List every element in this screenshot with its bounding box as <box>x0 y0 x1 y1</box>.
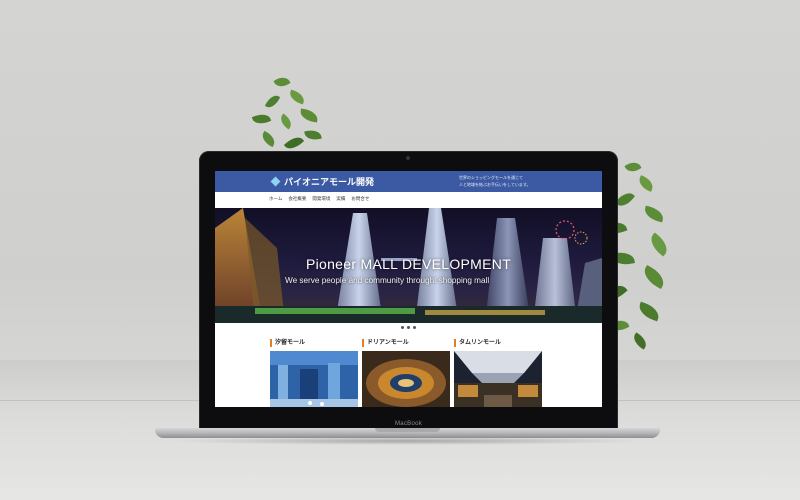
mall-card-title: タムリンモール <box>454 339 542 347</box>
nav-item-company[interactable]: 会社概要 <box>288 196 306 202</box>
mall-cards: 汐留モール ドリアンモール タムリンモール <box>270 339 542 407</box>
logo-text: パイオニアモール開発 <box>284 178 375 188</box>
carousel-dot[interactable] <box>407 326 410 329</box>
laptop-brand-label: MacBook <box>394 421 423 427</box>
camera-icon <box>406 156 410 160</box>
nav-item-home[interactable]: ホーム <box>269 196 282 202</box>
hero-banner: Pioneer MALL DEVELOPMENT We serve people… <box>215 208 602 323</box>
hero-subtitle: We serve people and community throught s… <box>285 276 490 285</box>
laptop-notch <box>375 428 440 432</box>
site-tagline: 世界のショッピングモールを通じて 人と地域を結ぶお手伝いをしています。 <box>459 174 530 188</box>
mall-card[interactable]: タムリンモール <box>454 339 542 407</box>
site-logo[interactable]: パイオニアモール開発 <box>271 175 374 188</box>
tagline-line-2: 人と地域を結ぶお手伝いをしています。 <box>459 182 531 187</box>
mall-card-title: 汐留モール <box>270 339 358 347</box>
nav-item-contact[interactable]: お問合せ <box>351 196 369 202</box>
hero-title: Pioneer MALL DEVELOPMENT <box>305 256 512 272</box>
site-header: パイオニアモール開発 世界のショッピングモールを通じて 人と地域を結ぶお手伝いを… <box>215 171 602 192</box>
tagline-line-1: 世界のショッピングモールを通じて <box>459 175 523 180</box>
nav-item-results[interactable]: 実績 <box>336 196 345 202</box>
mall-card-title: ドリアンモール <box>362 339 450 347</box>
laptop-lid: パイオニアモール開発 世界のショッピングモールを通じて 人と地域を結ぶお手伝いを… <box>199 151 618 430</box>
mall-card-image[interactable] <box>362 351 450 407</box>
mall-card[interactable]: ドリアンモール <box>362 339 450 407</box>
mall-card[interactable]: 汐留モール <box>270 339 358 407</box>
nav-item-environment[interactable]: 開発環境 <box>312 196 330 202</box>
laptop-screen: パイオニアモール開発 世界のショッピングモールを通じて 人と地域を結ぶお手伝いを… <box>215 171 602 407</box>
site-nav: ホーム 会社概要 開発環境 実績 お問合せ <box>215 192 602 208</box>
laptop-shadow <box>170 437 645 445</box>
diamond-logo-icon <box>271 177 281 187</box>
mall-card-image[interactable] <box>270 351 358 407</box>
mall-card-image[interactable] <box>454 351 542 407</box>
carousel-dot[interactable] <box>413 326 416 329</box>
carousel-indicator <box>215 326 602 329</box>
carousel-dot[interactable] <box>401 326 404 329</box>
plant-top <box>245 72 335 157</box>
